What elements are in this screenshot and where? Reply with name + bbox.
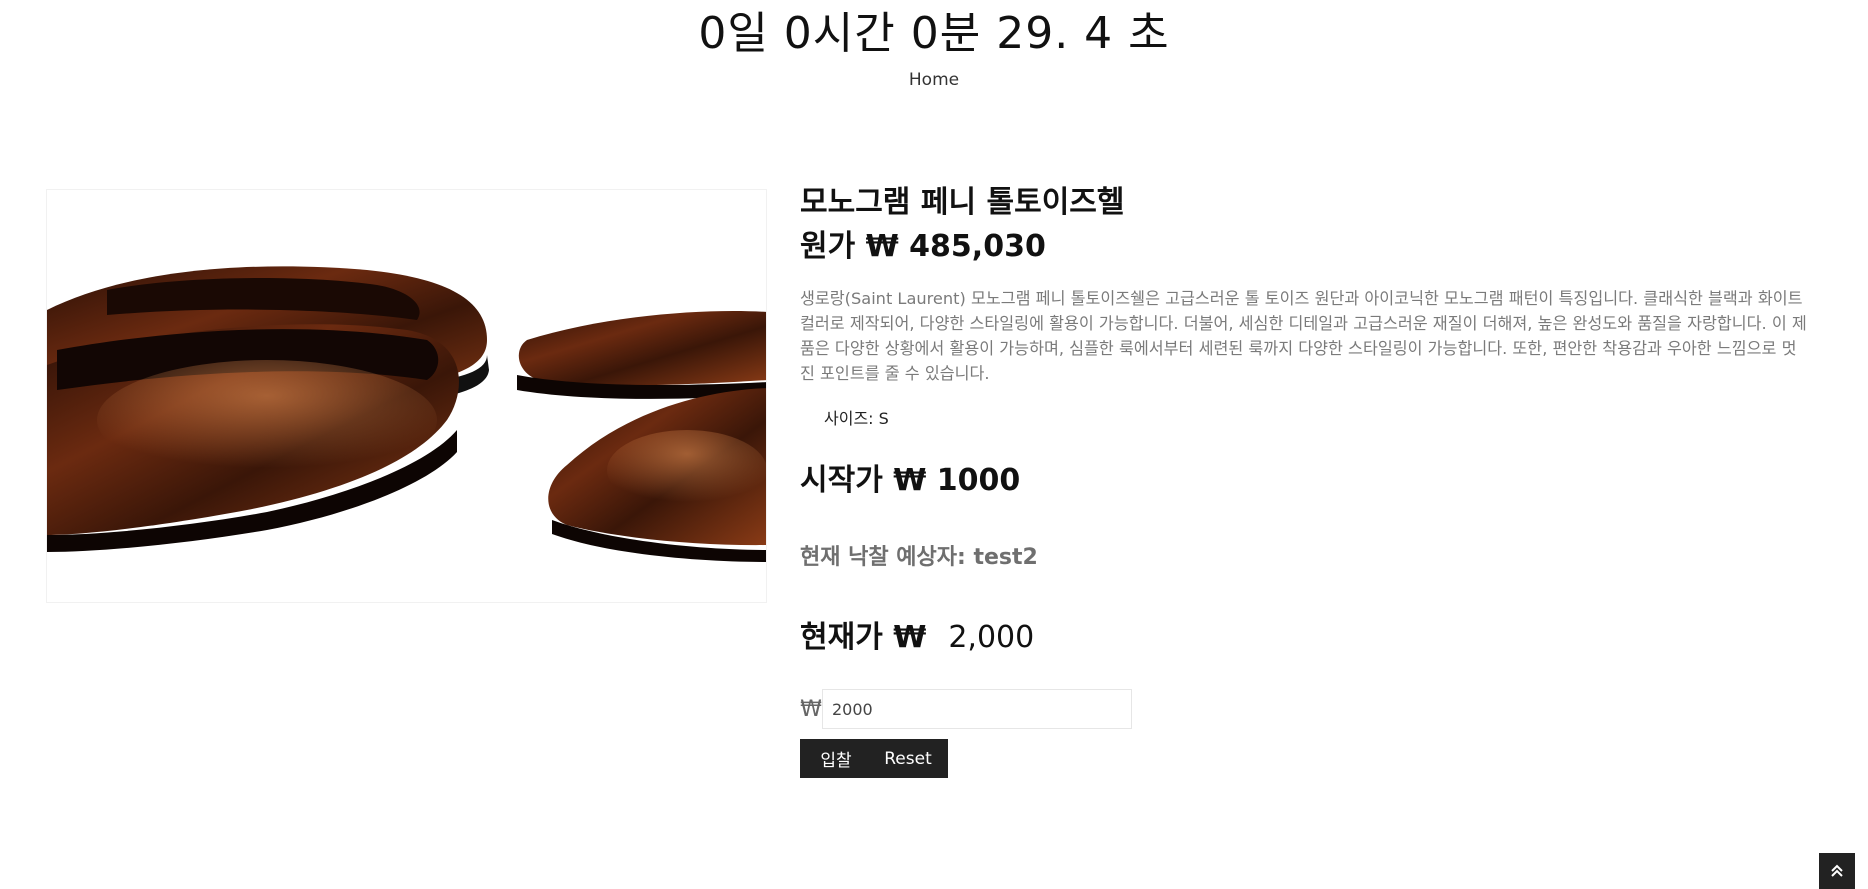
size-option: 사이즈: S — [824, 409, 889, 428]
double-chevron-up-icon — [1831, 864, 1843, 877]
current-price-label: 현재가 ₩ — [800, 620, 927, 655]
original-price: 원가 ₩ 485,030 — [800, 229, 1046, 264]
current-bidder: 현재 낙찰 예상자: test2 — [800, 545, 1038, 570]
product-info: 모노그램 페니 톨토이즈헬 원가 ₩ 485,030 생로랑(Saint Lau… — [800, 183, 1810, 778]
loafer-shoes-illustration — [47, 266, 766, 562]
bid-button-group: 입찰 Reset — [800, 739, 948, 778]
bid-amount-input[interactable] — [822, 689, 1132, 729]
product-description: 생로랑(Saint Laurent) 모노그램 페니 톨토이즈쉘은 고급스러운 … — [800, 289, 1807, 383]
countdown-timer: 0일 0시간 0분 29. 4 초 — [698, 8, 1170, 59]
reset-button[interactable]: Reset — [868, 739, 948, 778]
bid-input-row: ₩ — [800, 689, 1810, 729]
currency-symbol: ₩ — [800, 696, 822, 722]
current-price-value: 2,000 — [948, 620, 1035, 655]
bid-button[interactable]: 입찰 — [800, 739, 868, 778]
breadcrumb[interactable]: Home — [0, 68, 1868, 92]
start-price: 시작가 ₩ 1000 — [800, 463, 1021, 498]
product-image — [46, 189, 767, 603]
current-price: 현재가 ₩ 2,000 — [800, 618, 1810, 658]
product-title: 모노그램 페니 톨토이즈헬 — [800, 185, 1125, 220]
scroll-to-top-button[interactable] — [1819, 853, 1855, 889]
